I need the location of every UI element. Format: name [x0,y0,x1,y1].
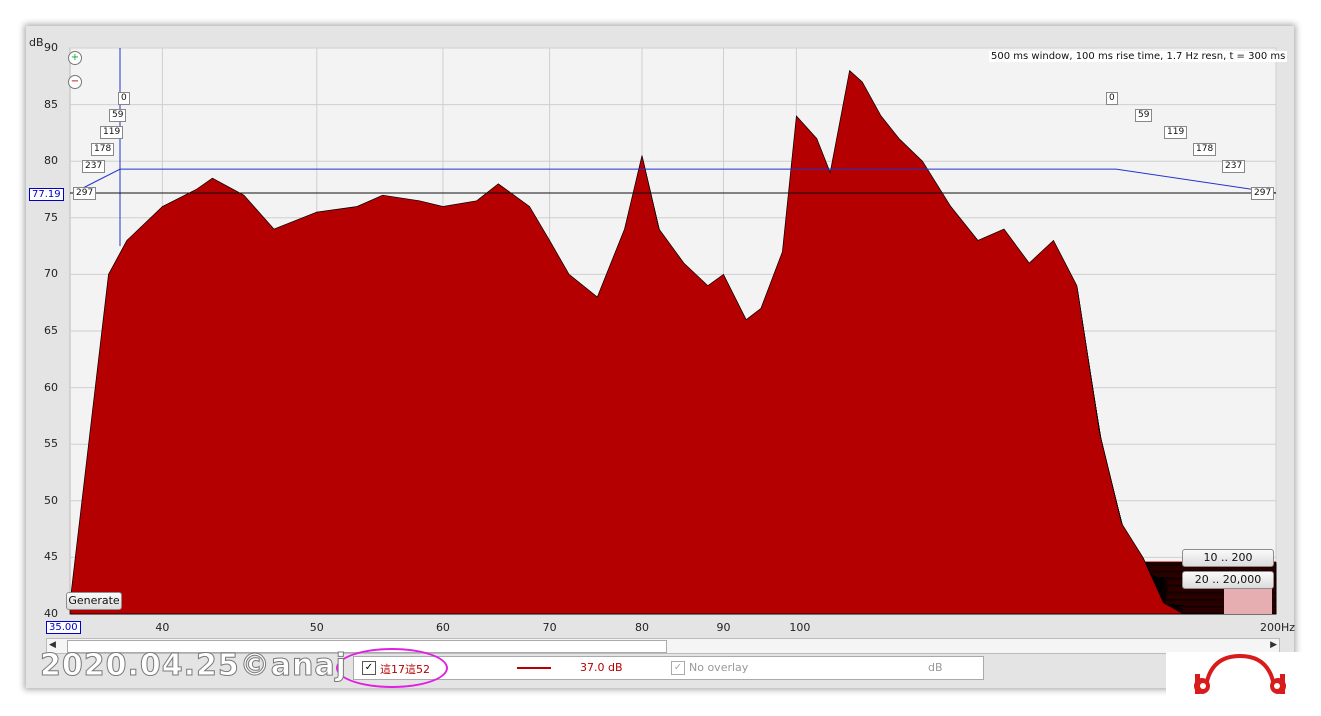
y-tick-label: 50 [44,493,58,507]
time-slice-label-left: 297 [73,187,97,200]
time-slice-label-left: 59 [109,109,127,122]
scroll-right-icon[interactable]: ▶ [1270,640,1277,650]
y-tick-label: 60 [44,380,58,394]
x-tick-label: 60 [435,621,450,634]
time-slice-label-right: 119 [1164,126,1188,139]
cursor-value: 77.19 [29,188,64,201]
waterfall-plot [69,47,1277,615]
time-slice-label-right: 297 [1251,187,1275,200]
y-tick-label: 70 [44,267,58,281]
time-slice-label-right: 178 [1193,143,1217,156]
overlay-unit: dB [928,661,943,674]
time-slice-label-left: 119 [100,126,124,139]
overlay-label: No overlay [689,661,749,674]
y-tick-label: 75 [44,210,58,224]
chart-title: 500 ms window, 100 ms rise time, 1.7 Hz … [989,51,1288,62]
brand-logo [1166,652,1314,710]
time-slice-label-left: 0 [118,92,130,105]
waterfall-window: dB 90 85 80 75 70 65 60 55 50 45 40 77.19 40 50 60 70… [26,26,1296,688]
generate-button[interactable]: Generate [66,592,122,610]
zoom-out-icon[interactable]: − [68,75,82,89]
y-tick-label: 90 [44,41,58,54]
measurement-level: 37.0 dB [580,661,623,674]
time-slice-label-left: 237 [82,160,106,173]
y-tick-label: 45 [44,550,58,564]
y-tick-label: 80 [44,154,58,168]
x-tick-label: 100 [789,621,811,634]
time-slice-label-left: 178 [91,143,115,156]
watermark: 2020.04.25©anaj [40,648,347,684]
x-tick-label: 200Hz [1260,621,1296,634]
x-tick-label: 80 [634,621,649,634]
x-start-value[interactable]: 35.00 [46,621,81,634]
series-line-swatch [517,667,551,669]
range-20-20000-button[interactable]: 20 .. 20,000 [1182,571,1274,589]
time-slice-label-right: 59 [1135,109,1153,122]
y-tick-label: 65 [44,324,58,337]
time-slice-label-right: 0 [1106,92,1118,105]
x-tick-label: 50 [309,621,324,634]
x-tick-label: 40 [155,621,170,634]
zoom-in-icon[interactable]: + [68,51,82,65]
range-10-200-button[interactable]: 10 .. 200 [1182,549,1274,567]
overlay-checkbox[interactable]: ✓ [671,661,685,675]
y-tick-label: 85 [44,97,58,111]
time-slice-label-right: 237 [1222,160,1246,173]
highlight-ellipse [336,648,448,688]
y-tick-label: 40 [44,607,58,620]
y-tick-label: 55 [44,437,58,451]
x-tick-label: 90 [716,621,731,634]
x-tick-label: 70 [542,621,557,634]
